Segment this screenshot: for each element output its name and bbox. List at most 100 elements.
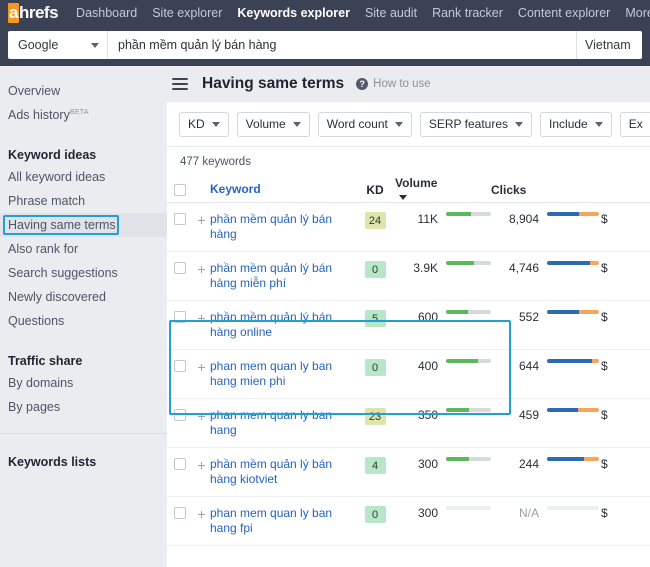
filter-kd-button[interactable]: KD [179, 112, 229, 137]
sidebar-item-having-same-terms[interactable]: Having same terms [0, 213, 167, 237]
table-row[interactable]: + phần mềm quản lý bán hàng kiotviet 4 3… [167, 448, 650, 497]
select-all-checkbox-cell [167, 183, 193, 196]
filter-serp-features-button[interactable]: SERP features [420, 112, 532, 137]
volume-bar-cell [438, 457, 491, 461]
table-row[interactable]: + phan mem quan ly ban hang 23 350 459 $ [167, 399, 650, 448]
keyword-link[interactable]: phần mềm quản lý bán hàng kiotviet [210, 457, 355, 487]
keyword-link[interactable]: phần mềm quản lý bán hàng [210, 212, 355, 242]
nav-site-audit[interactable]: Site audit [365, 6, 417, 20]
kd-badge: 24 [365, 212, 386, 229]
expand-row-icon[interactable]: + [193, 457, 210, 473]
sidebar-item-also-rank-for[interactable]: Also rank for [0, 237, 167, 261]
nav-keywords-explorer[interactable]: Keywords explorer [237, 6, 350, 20]
filter-label: Ex [629, 117, 643, 131]
expand-row-icon[interactable]: + [193, 212, 210, 228]
keyword-link[interactable]: phan mem quan ly ban hang [210, 408, 355, 438]
expand-row-icon[interactable]: + [193, 408, 210, 424]
kd-badge: 23 [365, 408, 386, 425]
filter-label: KD [188, 117, 205, 131]
row-checkbox[interactable] [174, 507, 186, 519]
cut-off-value: $ [599, 310, 650, 324]
nav-dashboard[interactable]: Dashboard [76, 6, 137, 20]
table-row[interactable]: + phan mem quan ly ban hang fpi 0 300 N/… [167, 497, 650, 546]
keyword-link[interactable]: phan mem quan ly ban hang fpi [210, 506, 355, 536]
keyword-link[interactable]: phần mềm quản lý bán hàng online [210, 310, 355, 340]
clicks-value: 244 [491, 457, 539, 471]
main-header: Having same terms ? How to use [167, 66, 650, 102]
sidebar-item-overview[interactable]: Overview [0, 79, 167, 103]
volume-bar [446, 457, 491, 461]
hamburger-menu-icon[interactable] [172, 75, 188, 93]
sidebar-item-search-suggestions[interactable]: Search suggestions [0, 261, 167, 285]
sidebar-item-newly-discovered[interactable]: Newly discovered [0, 285, 167, 309]
filter-word-count-button[interactable]: Word count [318, 112, 412, 137]
keyword-link[interactable]: phan mem quan ly ban hang mien phi [210, 359, 355, 389]
volume-bar [446, 310, 491, 314]
expand-row-icon[interactable]: + [193, 261, 210, 277]
table-header-row: Keyword KD Volume Clicks [167, 177, 650, 203]
kd-cell: 23 [355, 408, 395, 425]
keyword-link[interactable]: phần mềm quản lý bán hàng miễn phí [210, 261, 355, 291]
volume-value: 3.9K [395, 261, 438, 275]
nav-site-explorer[interactable]: Site explorer [152, 6, 222, 20]
kd-badge: 4 [365, 457, 386, 474]
table-row[interactable]: + phần mềm quản lý bán hàng miễn phí 0 3… [167, 252, 650, 301]
select-all-checkbox[interactable] [174, 184, 186, 196]
search-engine-value: Google [18, 38, 58, 52]
column-header-volume[interactable]: Volume [395, 176, 438, 204]
search-bar: Google phần mềm quản lý bán hàng Vietnam [8, 31, 642, 59]
kd-cell: 5 [355, 310, 395, 327]
top-navigation-bar: ahrefs Dashboard Site explorer Keywords … [0, 0, 650, 26]
clicks-value: 459 [491, 408, 539, 422]
how-to-use-link[interactable]: ? How to use [356, 78, 431, 90]
table-row[interactable]: + phần mềm quản lý bán hàng 24 11K 8,904… [167, 203, 650, 252]
nav-more[interactable]: More [625, 6, 650, 20]
kd-cell: 0 [355, 506, 395, 523]
sidebar-item-by-domains[interactable]: By domains [0, 371, 167, 395]
volume-value: 300 [395, 506, 438, 520]
sidebar-item-questions[interactable]: Questions [0, 309, 167, 333]
row-checkbox-cell [167, 212, 193, 225]
nav-content-explorer[interactable]: Content explorer [518, 6, 610, 20]
kd-badge: 0 [365, 359, 386, 376]
row-checkbox[interactable] [174, 360, 186, 372]
row-checkbox[interactable] [174, 213, 186, 225]
sidebar: Overview Ads historyBETA Keyword ideas A… [0, 66, 167, 567]
table-row[interactable]: + phan mem quan ly ban hang mien phi 0 4… [167, 350, 650, 399]
expand-row-icon[interactable]: + [193, 359, 210, 375]
filter-exclude-button[interactable]: Ex [620, 112, 650, 137]
row-checkbox[interactable] [174, 262, 186, 274]
column-header-clicks[interactable]: Clicks [491, 183, 539, 197]
sidebar-item-all-keyword-ideas[interactable]: All keyword ideas [0, 165, 167, 189]
column-header-kd[interactable]: KD [355, 183, 395, 197]
sidebar-item-phrase-match[interactable]: Phrase match [0, 189, 167, 213]
row-checkbox[interactable] [174, 458, 186, 470]
chevron-down-icon [91, 43, 99, 48]
cut-off-value: $ [599, 261, 650, 275]
expand-row-icon[interactable]: + [193, 310, 210, 326]
search-query-input[interactable]: phần mềm quản lý bán hàng [108, 31, 576, 59]
ahrefs-logo[interactable]: ahrefs [8, 3, 58, 23]
country-select[interactable]: Vietnam [576, 31, 642, 59]
sidebar-spacer [0, 127, 167, 139]
nav-rank-tracker[interactable]: Rank tracker [432, 6, 503, 20]
expand-row-icon[interactable]: + [193, 506, 210, 522]
sidebar-item-label: Ads history [8, 108, 70, 122]
column-header-keyword[interactable]: Keyword [210, 182, 355, 197]
volume-value: 350 [395, 408, 438, 422]
table-row[interactable]: + phần mềm quản lý bán hàng online 5 600… [167, 301, 650, 350]
volume-bar-cell [438, 261, 491, 265]
sidebar-item-by-pages[interactable]: By pages [0, 395, 167, 419]
search-engine-select[interactable]: Google [8, 31, 108, 59]
clicks-bar-cell [539, 457, 599, 461]
chevron-down-icon [395, 122, 403, 127]
clicks-value: N/A [491, 506, 539, 520]
filter-include-button[interactable]: Include [540, 112, 612, 137]
sort-descending-icon [399, 195, 407, 200]
sidebar-item-ads-history[interactable]: Ads historyBETA [0, 103, 167, 127]
row-checkbox[interactable] [174, 311, 186, 323]
filter-volume-button[interactable]: Volume [237, 112, 310, 137]
row-checkbox[interactable] [174, 409, 186, 421]
clicks-bar [547, 408, 599, 412]
kd-cell: 0 [355, 261, 395, 278]
